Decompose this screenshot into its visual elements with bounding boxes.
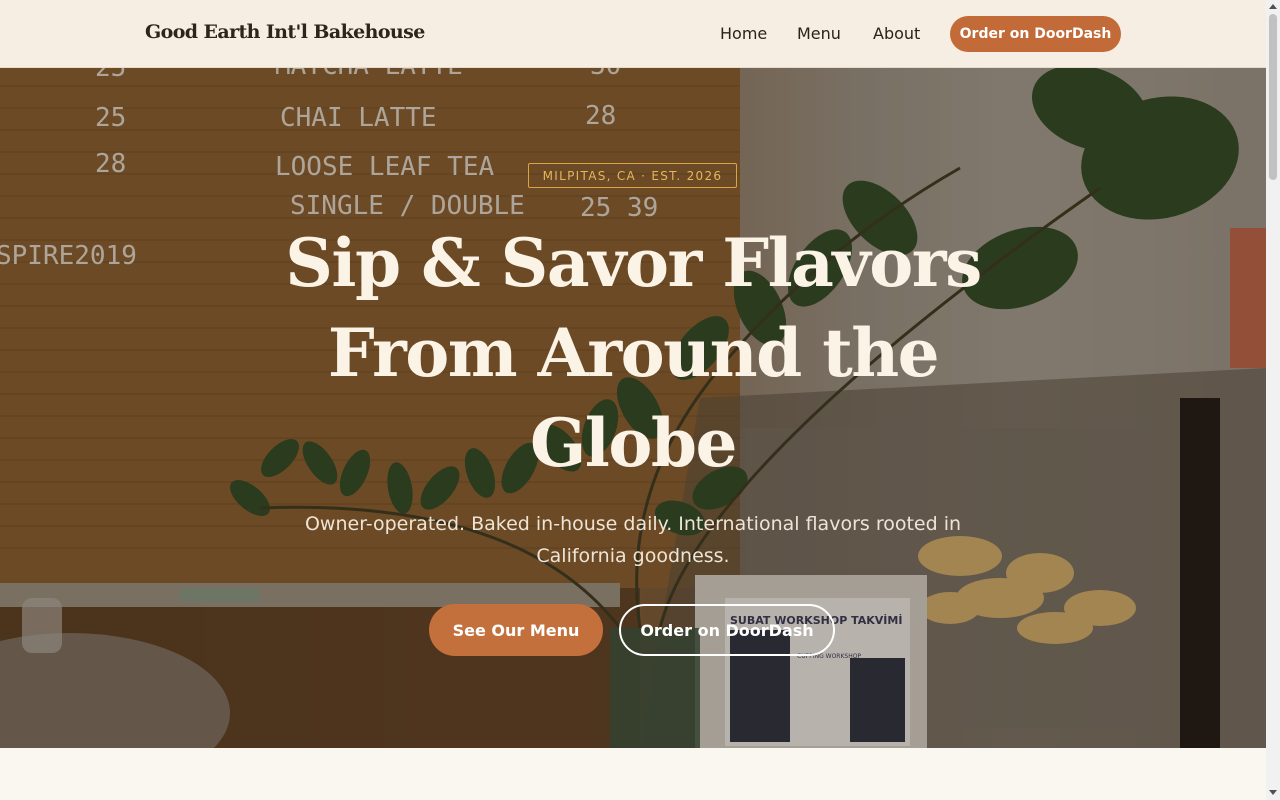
hero-headline: Sip & Savor Flavors From Around the Glob…	[285, 224, 982, 482]
hero-section: MATCHA LATTE 30 25 CHAI LATTE 28 25 LOOS…	[0, 68, 1266, 748]
order-doordash-hero-button[interactable]: Order on DoorDash	[619, 604, 835, 656]
scrollbar-thumb[interactable]	[1269, 14, 1277, 180]
order-doordash-nav-button[interactable]: Order on DoorDash	[950, 16, 1121, 52]
location-badge: MILPITAS, CA · EST. 2026	[528, 163, 737, 188]
scroll-down-arrow-icon[interactable]	[1269, 790, 1277, 795]
nav-about[interactable]: About	[873, 24, 920, 43]
brand-logo[interactable]: Good Earth Int'l Bakehouse	[145, 21, 425, 43]
scroll-up-arrow-icon[interactable]	[1269, 4, 1277, 9]
site-header: Good Earth Int'l Bakehouse Home Menu Abo…	[0, 0, 1266, 68]
page-scrollbar[interactable]	[1266, 0, 1280, 800]
nav-menu[interactable]: Menu	[797, 24, 841, 43]
see-menu-button[interactable]: See Our Menu	[429, 604, 603, 656]
nav-home[interactable]: Home	[720, 24, 767, 43]
hero-tagline: Owner-operated. Baked in-house daily. In…	[304, 513, 962, 567]
